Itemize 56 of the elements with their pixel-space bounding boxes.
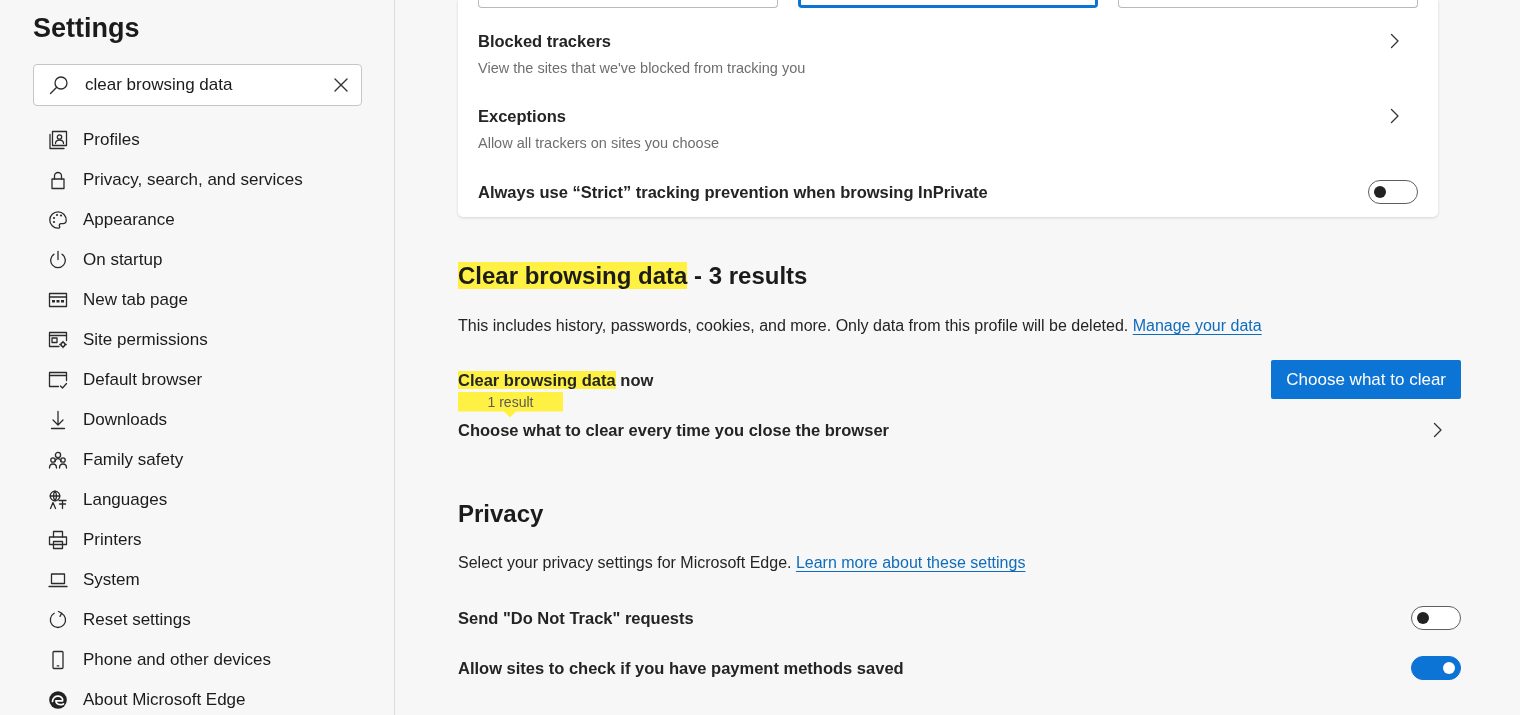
nav-item[interactable]: Reset settings [33, 605, 191, 635]
toggle-switch[interactable] [1368, 180, 1418, 204]
page-title: Settings [33, 12, 140, 45]
nav-item[interactable]: Languages [33, 485, 168, 515]
nav-item[interactable]: Profiles [33, 125, 140, 155]
globe-letters-icon [48, 490, 68, 510]
toggle-switch[interactable] [1411, 606, 1461, 630]
nav-item[interactable]: Downloads [33, 405, 168, 435]
setting-description: View the sites that we've blocked from tracking you [478, 59, 806, 78]
setting-description: Allow all trackers on sites you choose [478, 134, 719, 153]
download-icon [48, 410, 68, 430]
search-field[interactable]: clear browsing data [33, 64, 362, 106]
nav-item[interactable]: On startup [33, 245, 163, 275]
window-check-icon [48, 370, 68, 390]
laptop-icon [48, 570, 68, 590]
lock-icon [48, 170, 68, 190]
window-gear-icon [48, 330, 68, 350]
browser-logo-icon [48, 690, 68, 710]
setting-title: Exceptions [478, 106, 567, 127]
palette-icon [48, 210, 68, 230]
action-button[interactable]: Choose what to clear [1271, 360, 1461, 399]
learn-more-link[interactable]: Learn more about these settings [795, 554, 1026, 571]
chevron-right-icon[interactable] [1433, 422, 1443, 438]
section-description: This includes history, passwords, cookies, and more. Only data from this profile will be deleted. Manage your data [458, 316, 1262, 336]
setting-title: Clear browsing data now [458, 369, 654, 391]
option-card[interactable] [798, 0, 1098, 8]
power-icon [48, 250, 68, 270]
nav-item[interactable]: New tab page [33, 285, 188, 315]
setting-title: Allow sites to check if you have payment methods saved [458, 658, 904, 679]
people-icon [48, 450, 68, 470]
toggle-switch[interactable] [1411, 656, 1461, 680]
nav-item[interactable]: Family safety [33, 445, 184, 475]
nav-item[interactable]: About Microsoft Edge [33, 685, 246, 715]
setting-title: Send "Do Not Track" requests [458, 608, 694, 629]
nav-item[interactable]: Appearance [33, 205, 175, 235]
search-icon [49, 75, 69, 95]
setting-title: Always use “Strict” tracking prevention when browsing InPrivate [478, 182, 988, 203]
nav-item[interactable]: System [33, 565, 140, 595]
result-count-tooltip: 1 result [458, 391, 563, 418]
nav-item[interactable]: Privacy, search, and services [33, 165, 303, 195]
reset-icon [48, 610, 68, 630]
profile-icon [48, 130, 68, 150]
setting-title: Choose what to clear every time you close the browser [458, 420, 889, 441]
printer-icon [48, 530, 68, 550]
chevron-right-icon[interactable] [1390, 108, 1400, 124]
nav-item[interactable]: Site permissions [33, 325, 208, 355]
nav-item[interactable]: Printers [33, 525, 142, 555]
section-description: Select your privacy settings for Microsoft Edge. Learn more about these settings [458, 553, 1026, 573]
window-dots-icon [48, 290, 68, 310]
nav-item[interactable]: Phone and other devices [33, 645, 272, 675]
section-heading: Privacy [458, 499, 544, 529]
nav-item[interactable]: Default browser [33, 365, 203, 395]
setting-title: Blocked trackers [478, 31, 611, 52]
close-icon[interactable] [334, 78, 348, 92]
manage-data-link[interactable]: Manage your data [1132, 317, 1262, 334]
chevron-right-icon[interactable] [1390, 33, 1400, 49]
